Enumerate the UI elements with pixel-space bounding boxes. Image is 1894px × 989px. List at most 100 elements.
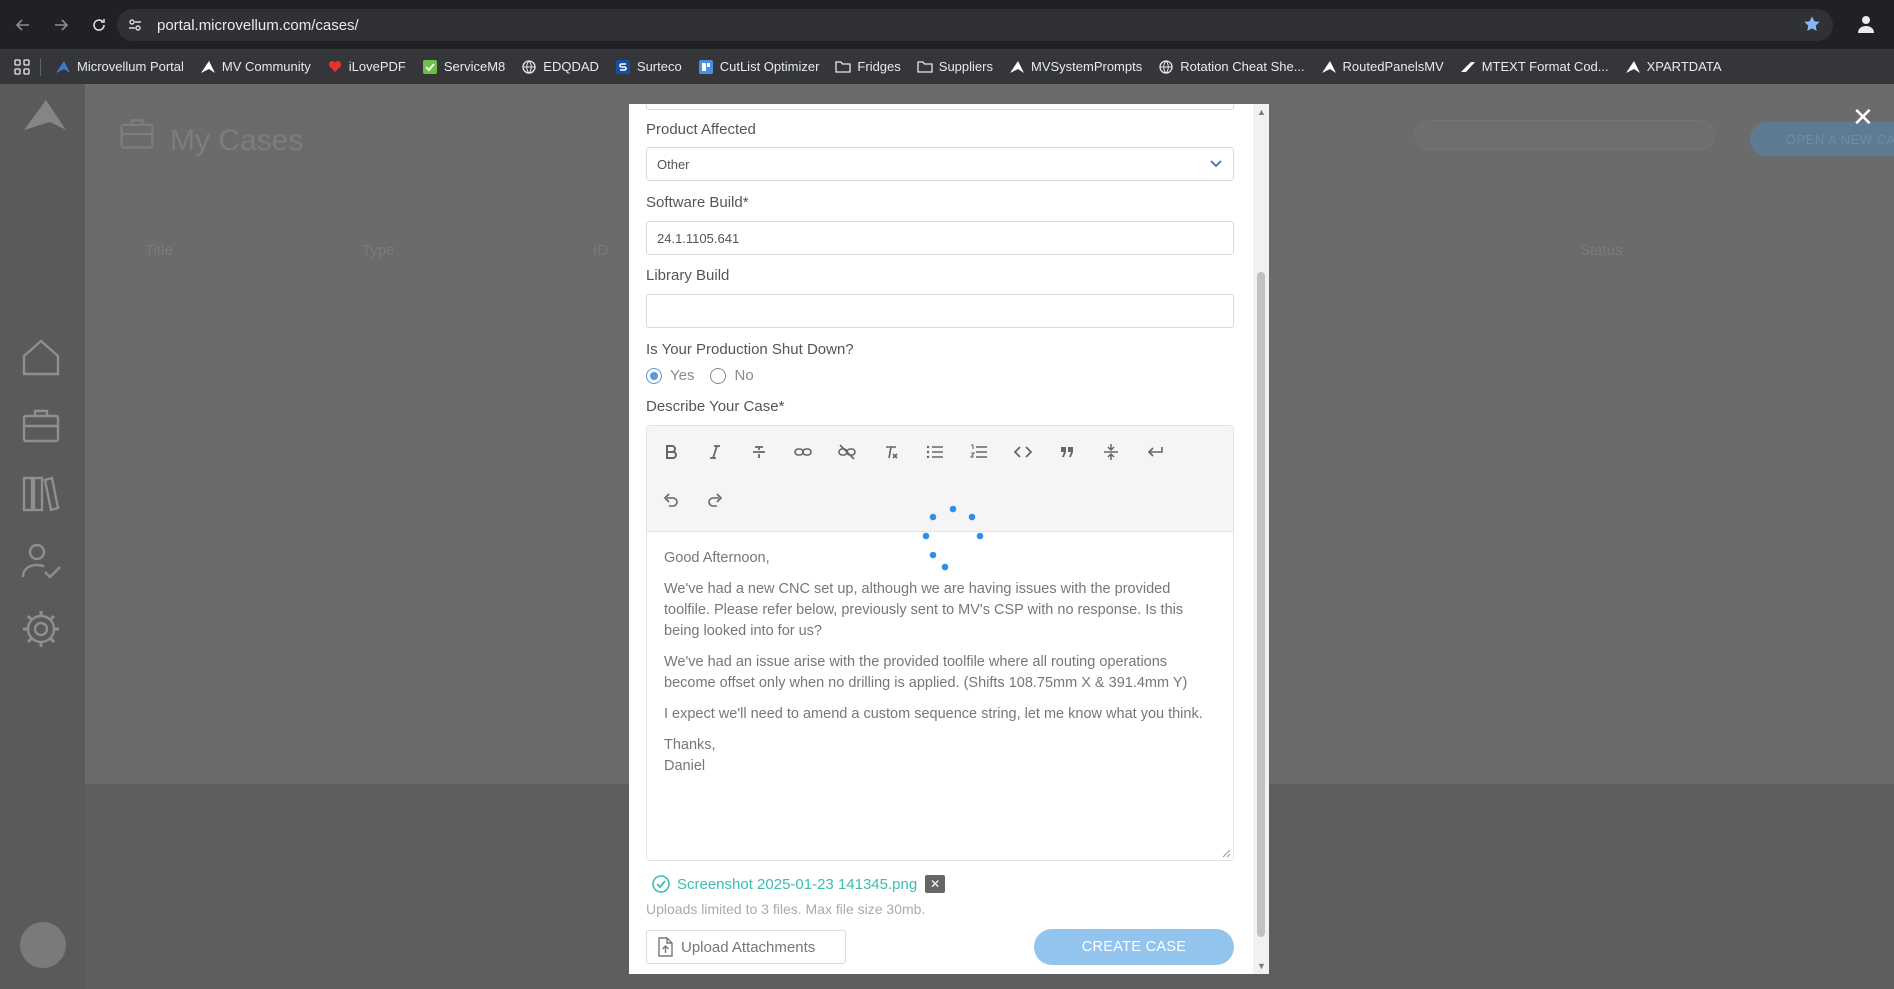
address-bar[interactable]: portal.microvellum.com/cases/ xyxy=(117,9,1833,41)
browser-toolbar: portal.microvellum.com/cases/ xyxy=(0,0,1894,49)
radio-no[interactable] xyxy=(710,367,727,384)
code-icon[interactable] xyxy=(1009,438,1037,466)
bookmark-item[interactable]: MV Community xyxy=(192,54,319,80)
globe-icon xyxy=(1158,59,1174,75)
clear-format-icon[interactable] xyxy=(877,438,905,466)
bookmark-label: Fridges xyxy=(857,59,901,74)
bookmark-label: iLovePDF xyxy=(348,59,406,74)
reload-icon xyxy=(93,18,105,31)
paragraph: We've had an issue arise with the provid… xyxy=(664,654,1188,691)
bookmark-item[interactable]: XPARTDATA xyxy=(1617,54,1730,80)
bookmark-star-icon[interactable] xyxy=(1803,15,1821,38)
case-description-text[interactable]: Good Afternoon, We've had a new CNC set … xyxy=(664,548,1220,787)
microvellum-icon xyxy=(1625,59,1641,75)
profile-icon[interactable] xyxy=(1856,14,1876,39)
bookmark-item[interactable]: MTEXT Format Cod... xyxy=(1452,54,1617,80)
undo-icon[interactable] xyxy=(657,486,685,514)
briefcase-icon[interactable] xyxy=(20,404,62,446)
modal-scrollbar[interactable]: ▲ ▼ xyxy=(1253,104,1269,974)
bookmark-item[interactable]: ServiceM8 xyxy=(414,54,513,80)
bullet-list-icon[interactable] xyxy=(921,438,949,466)
paragraph: We've had a new CNC set up, although we … xyxy=(664,581,1184,639)
home-icon[interactable] xyxy=(20,336,62,378)
bold-icon[interactable] xyxy=(657,438,685,466)
product-affected-select[interactable]: Other xyxy=(646,147,1234,181)
italic-icon[interactable] xyxy=(701,438,729,466)
bookmark-label: Suppliers xyxy=(938,59,993,74)
software-build-label: Software Build* xyxy=(646,194,749,211)
blockquote-icon[interactable] xyxy=(1053,438,1081,466)
radio-yes-label: Yes xyxy=(670,367,695,384)
link-icon[interactable] xyxy=(789,438,817,466)
hard-break-icon[interactable] xyxy=(1141,438,1169,466)
back-button[interactable] xyxy=(8,10,38,40)
attachment-item: Screenshot 2025-01-23 141345.png ✕ xyxy=(651,874,946,894)
heart-icon xyxy=(327,59,343,75)
unlink-icon[interactable] xyxy=(833,438,861,466)
user-check-icon[interactable] xyxy=(20,540,62,582)
bookmark-label: Surteco xyxy=(636,59,682,74)
column-header-title: Title xyxy=(145,242,173,259)
create-case-button[interactable]: CREATE CASE xyxy=(1034,929,1234,965)
forward-button[interactable] xyxy=(46,10,76,40)
numbered-list-icon[interactable] xyxy=(965,438,993,466)
scrollbar-thumb[interactable] xyxy=(1257,272,1265,937)
briefcase-icon xyxy=(120,119,154,149)
describe-case-label: Describe Your Case* xyxy=(646,398,785,415)
strikethrough-icon[interactable] xyxy=(745,438,773,466)
resize-handle-icon[interactable] xyxy=(1221,848,1231,858)
bookmark-item[interactable]: Rotation Cheat She... xyxy=(1150,54,1312,80)
page-title: My Cases xyxy=(170,124,304,157)
rich-text-editor: Good Afternoon, We've had a new CNC set … xyxy=(646,425,1234,861)
bookmark-item[interactable]: Suppliers xyxy=(909,54,1001,80)
site-info-icon[interactable] xyxy=(127,17,153,33)
remove-attachment-button[interactable]: ✕ xyxy=(925,875,946,893)
bookmark-label: Microvellum Portal xyxy=(77,59,184,74)
microvellum-icon xyxy=(1009,59,1025,75)
upload-attachments-button[interactable]: Upload Attachments xyxy=(646,930,846,964)
bookmark-item[interactable]: Fridges xyxy=(827,54,908,80)
user-avatar[interactable] xyxy=(20,922,66,968)
cutlist-icon xyxy=(698,59,714,75)
bookmarks-divider xyxy=(40,57,41,76)
bookmark-label: EDQDAD xyxy=(543,59,599,74)
attachment-filename[interactable]: Screenshot 2025-01-23 141345.png xyxy=(677,876,917,893)
horizontal-rule-icon[interactable] xyxy=(1097,438,1125,466)
library-icon[interactable] xyxy=(20,472,62,514)
bookmark-item[interactable]: CutList Optimizer xyxy=(690,54,828,80)
scroll-up-icon[interactable]: ▲ xyxy=(1257,107,1266,117)
microvellum-logo-icon[interactable] xyxy=(20,96,70,136)
bookmark-label: MTEXT Format Cod... xyxy=(1481,59,1609,74)
bookmark-label: RoutedPanelsMV xyxy=(1342,59,1444,74)
url-text[interactable]: portal.microvellum.com/cases/ xyxy=(157,17,359,34)
upload-limit-note: Uploads limited to 3 files. Max file siz… xyxy=(646,901,926,917)
reload-button[interactable] xyxy=(84,10,114,40)
radio-yes[interactable] xyxy=(646,367,662,384)
microvellum-icon xyxy=(55,59,71,75)
bookmark-label: MV Community xyxy=(221,59,311,74)
autodesk-icon xyxy=(1460,59,1476,75)
redo-icon[interactable] xyxy=(701,486,729,514)
bookmarks-bar: Microvellum Portal MV Community iLovePDF Se… xyxy=(0,49,1894,84)
bookmark-item[interactable]: EDQDAD xyxy=(513,54,607,80)
bookmark-item[interactable]: iLovePDF xyxy=(319,54,414,80)
software-build-input[interactable]: 24.1.1105.641 xyxy=(646,221,1234,255)
library-build-input[interactable] xyxy=(646,294,1234,328)
production-shutdown-radio-group: Yes No xyxy=(646,367,754,384)
bookmark-item[interactable]: Surteco xyxy=(607,54,690,80)
gear-icon[interactable] xyxy=(20,608,62,650)
paragraph: Good Afternoon, xyxy=(664,550,770,566)
bookmark-label: MVSystemPrompts xyxy=(1030,59,1143,74)
bookmark-item[interactable]: RoutedPanelsMV xyxy=(1313,54,1452,80)
bookmark-item[interactable]: MVSystemPrompts xyxy=(1001,54,1150,80)
production-shutdown-label: Is Your Production Shut Down? xyxy=(646,341,854,358)
column-header-id: ID xyxy=(593,242,608,259)
search-input[interactable] xyxy=(1415,120,1715,150)
bookmark-item[interactable]: Microvellum Portal xyxy=(47,54,192,80)
paragraph: I expect we'll need to amend a custom se… xyxy=(664,706,1203,722)
arrow-right-icon xyxy=(55,18,69,31)
apps-grid-icon[interactable] xyxy=(14,58,30,75)
close-modal-icon[interactable]: ✕ xyxy=(1852,104,1874,130)
arrow-left-icon xyxy=(15,18,29,31)
scroll-down-icon[interactable]: ▼ xyxy=(1257,961,1266,971)
